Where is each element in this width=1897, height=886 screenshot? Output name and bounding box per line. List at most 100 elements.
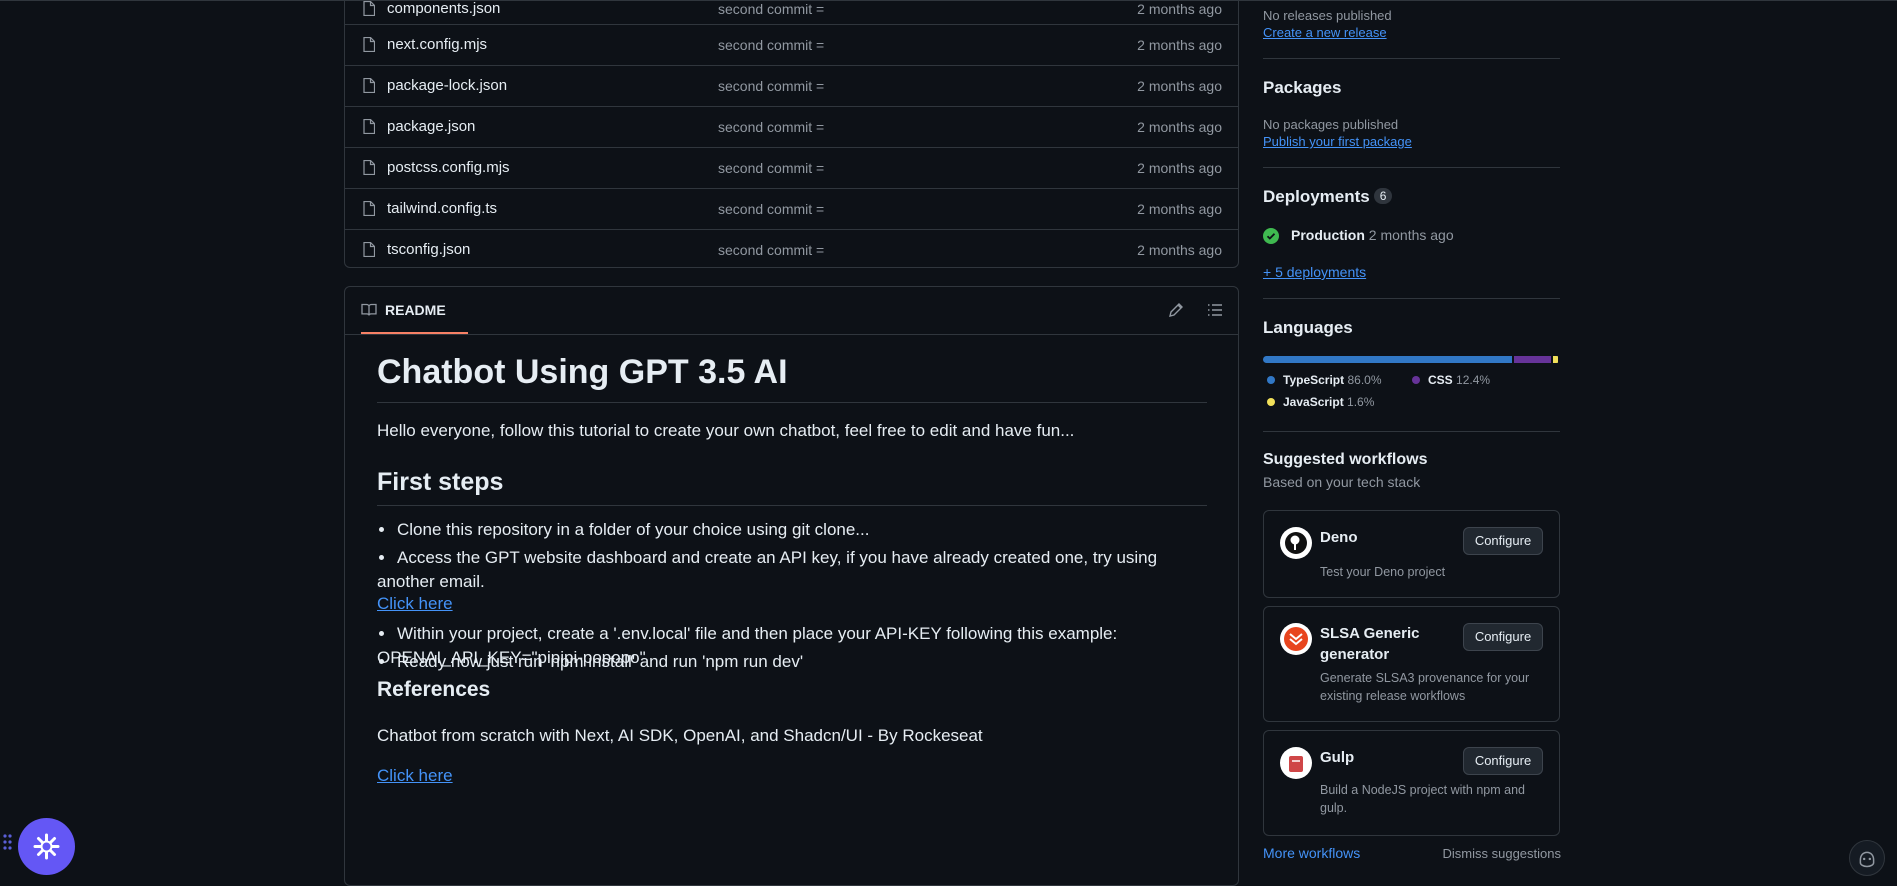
book-icon — [361, 303, 377, 316]
language-bar — [1263, 356, 1560, 363]
list-item-text: Within your project, create a '.env.loca… — [397, 624, 1118, 643]
divider — [1263, 58, 1560, 59]
file-name[interactable]: postcss.config.mjs — [387, 159, 510, 176]
edit-icon[interactable] — [1165, 299, 1187, 321]
readme-title: Chatbot Using GPT 3.5 AI — [377, 353, 788, 391]
configure-button[interactable]: Configure — [1463, 623, 1543, 651]
divider — [377, 402, 1207, 403]
readme-intro: Hello everyone, follow this tutorial to … — [377, 421, 1075, 440]
file-icon — [363, 201, 375, 216]
readme-tab-label: README — [385, 302, 446, 318]
file-icon — [363, 119, 375, 134]
table-row[interactable]: package.json second commit = 2 months ag… — [345, 106, 1238, 147]
file-icon — [363, 78, 375, 93]
copilot-icon — [1859, 851, 1875, 868]
file-icon — [363, 160, 375, 175]
language-item[interactable]: JavaScript 1.6% — [1267, 395, 1374, 409]
file-icon — [363, 37, 375, 52]
more-workflows-link[interactable]: More workflows — [1263, 845, 1360, 861]
create-release-link[interactable]: Create a new release — [1263, 25, 1387, 40]
workflow-description-line: existing release workflows — [1320, 689, 1466, 703]
commit-date: 2 months ago — [1137, 1, 1222, 17]
list-item-text: another email. — [377, 572, 485, 591]
click-here-link[interactable]: Click here — [377, 594, 453, 614]
workflow-card-slsa: SLSA Generic generator Generate SLSA3 pr… — [1263, 606, 1560, 722]
file-name[interactable]: tsconfig.json — [387, 241, 470, 258]
language-item[interactable]: TypeScript 86.0% — [1267, 373, 1382, 387]
more-deployments-link[interactable]: + 5 deployments — [1263, 264, 1366, 280]
deployments-count: 6 — [1373, 188, 1393, 204]
language-dot — [1412, 376, 1420, 384]
divider — [1263, 167, 1560, 168]
table-row[interactable]: next.config.mjs second commit = 2 months… — [345, 24, 1238, 65]
deployment-env: Production — [1291, 227, 1365, 243]
commit-date: 2 months ago — [1137, 160, 1222, 176]
table-row[interactable]: tsconfig.json second commit = 2 months a… — [345, 229, 1238, 270]
configure-button[interactable]: Configure — [1463, 527, 1543, 555]
no-releases-text: No releases published — [1263, 8, 1392, 23]
deployments-label: Deployments — [1263, 187, 1370, 206]
workflow-description: Test your Deno project — [1320, 565, 1446, 579]
references-heading: References — [377, 678, 491, 701]
commit-message[interactable]: second commit = — [718, 1, 824, 17]
language-percent: 86.0% — [1347, 373, 1382, 387]
language-dot — [1267, 376, 1275, 384]
packages-heading[interactable]: Packages — [1263, 78, 1341, 98]
workflow-card-deno: Deno Test your Deno project Configure — [1263, 510, 1560, 598]
first-steps-heading: First steps — [377, 468, 504, 496]
file-icon — [363, 242, 375, 257]
commit-date: 2 months ago — [1137, 242, 1222, 258]
dismiss-suggestions-button[interactable]: Dismiss suggestions — [1443, 846, 1562, 861]
list-item-text: Clone this repository in a folder of you… — [397, 520, 870, 539]
publish-package-link[interactable]: Publish your first package — [1263, 134, 1412, 149]
workflow-title-line: generator — [1320, 646, 1390, 663]
gulp-icon — [1280, 747, 1312, 779]
workflow-title: Deno — [1320, 529, 1358, 546]
workflow-description-line: Generate SLSA3 provenance for your — [1320, 671, 1530, 685]
slsa-icon — [1280, 623, 1312, 655]
table-row[interactable]: package-lock.json second commit = 2 mont… — [345, 65, 1238, 106]
commit-message[interactable]: second commit = — [718, 201, 824, 217]
table-row[interactable]: tailwind.config.ts second commit = 2 mon… — [345, 188, 1238, 229]
file-name[interactable]: package.json — [387, 118, 475, 135]
file-name[interactable]: tailwind.config.ts — [387, 200, 497, 217]
commit-message[interactable]: second commit = — [718, 242, 824, 258]
language-segment-javascript — [1553, 356, 1559, 363]
sparkle-icon — [33, 833, 60, 860]
bullet — [379, 526, 384, 532]
divider — [377, 505, 1207, 506]
divider — [1263, 431, 1560, 432]
click-here-link[interactable]: Click here — [377, 766, 453, 786]
deployments-heading[interactable]: Deployments 6 — [1263, 187, 1393, 207]
file-icon — [363, 1, 375, 16]
commit-message[interactable]: second commit = — [718, 119, 824, 135]
drag-handle-icon[interactable] — [3, 834, 13, 850]
language-name: JavaScript — [1283, 395, 1344, 409]
table-row[interactable]: postcss.config.mjs second commit = 2 mon… — [345, 147, 1238, 188]
sidebar: No releases published Create a new relea… — [1263, 0, 1561, 877]
deployment-item[interactable]: Production 2 months ago — [1291, 227, 1454, 243]
references-text: Chatbot from scratch with Next, AI SDK, … — [377, 726, 983, 745]
commit-message[interactable]: second commit = — [718, 160, 824, 176]
workflow-description: Build a NodeJS project with npm and gulp… — [1320, 781, 1525, 817]
assistant-fab-button[interactable] — [18, 818, 75, 875]
commit-message[interactable]: second commit = — [718, 37, 824, 53]
language-segment-css — [1514, 356, 1552, 363]
language-name: TypeScript — [1283, 373, 1345, 387]
commit-message[interactable]: second commit = — [718, 78, 824, 94]
file-name[interactable]: components.json — [387, 0, 500, 17]
file-name[interactable]: package-lock.json — [387, 77, 507, 94]
workflow-description-line: Build a NodeJS project with npm and — [1320, 783, 1525, 797]
tab-readme[interactable]: README — [361, 287, 468, 334]
no-packages-text: No packages published — [1263, 117, 1399, 132]
bullet — [379, 554, 384, 560]
language-item[interactable]: CSS 12.4% — [1412, 373, 1490, 387]
configure-button[interactable]: Configure — [1463, 747, 1543, 775]
file-name[interactable]: next.config.mjs — [387, 36, 487, 53]
list-icon[interactable] — [1204, 299, 1226, 321]
language-percent: 1.6% — [1347, 395, 1375, 409]
bullet — [379, 658, 384, 664]
language-percent: 12.4% — [1456, 373, 1491, 387]
copilot-button[interactable] — [1849, 840, 1885, 876]
commit-date: 2 months ago — [1137, 78, 1222, 94]
